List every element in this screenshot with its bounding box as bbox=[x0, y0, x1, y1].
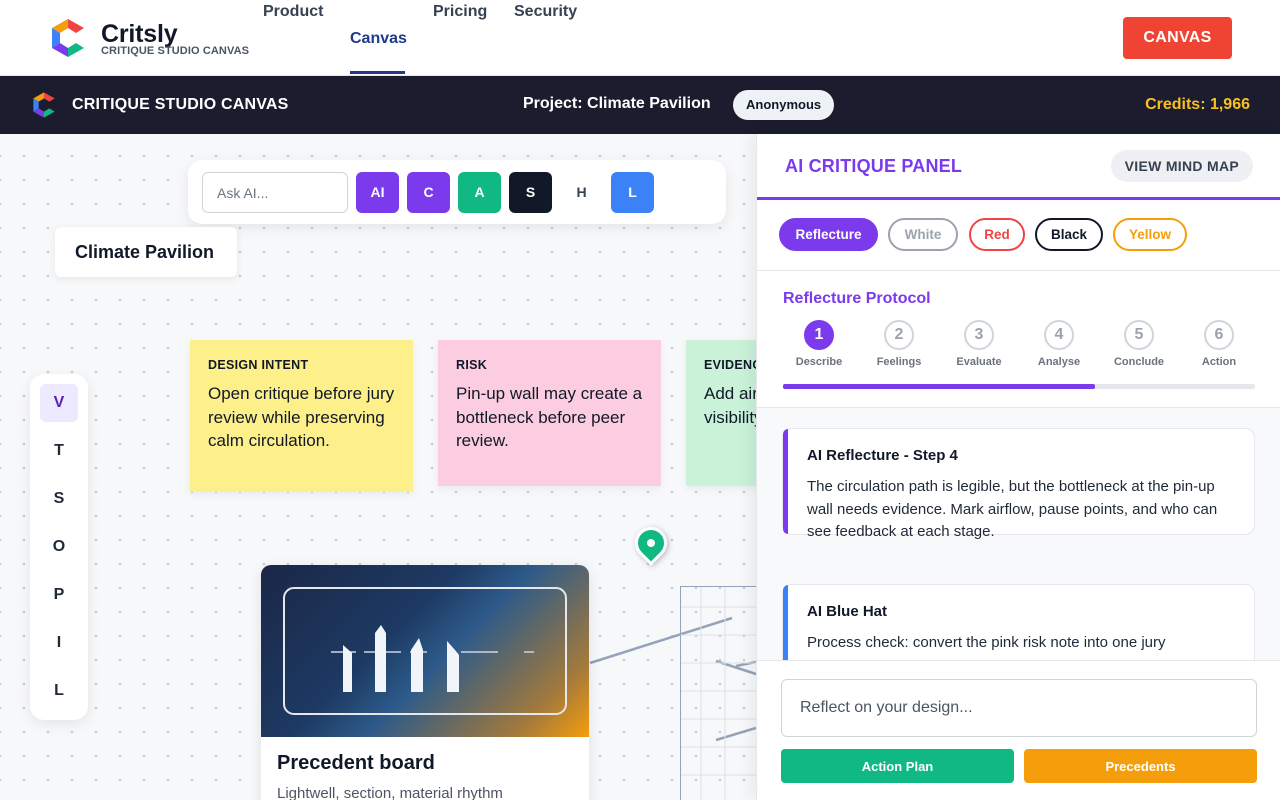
sticky-body: Open critique before jury review while p… bbox=[208, 384, 395, 450]
chip-white[interactable]: White bbox=[888, 218, 958, 251]
step-number: 1 bbox=[804, 320, 834, 350]
sticky-tag: EVIDENCE bbox=[704, 358, 756, 372]
protocol-progress-bar bbox=[783, 384, 1255, 389]
card-title: AI Blue Hat bbox=[807, 603, 888, 620]
tool-oval[interactable]: O bbox=[40, 528, 78, 566]
ai-critique-panel: AI CRITIQUE PANEL VIEW MIND MAP Reflectu… bbox=[756, 134, 1280, 800]
critique-card[interactable]: AI Reflecture - Step 4 The circulation p… bbox=[782, 428, 1255, 540]
hat-button-h[interactable]: H bbox=[560, 172, 603, 213]
hat-button-ai[interactable]: AI bbox=[356, 172, 399, 213]
step-label: Action bbox=[1201, 356, 1237, 368]
hexagon-c-logo-icon[interactable] bbox=[50, 18, 86, 58]
card-title: AI Reflecture - Step 4 bbox=[807, 447, 958, 464]
step-feelings[interactable]: 2 Feelings bbox=[869, 320, 929, 368]
sticky-body: Add airflow pause visibility bbox=[704, 384, 756, 427]
hat-button-s[interactable]: S bbox=[509, 172, 552, 213]
panel-title: AI CRITIQUE PANEL bbox=[785, 156, 963, 176]
ask-ai-input[interactable] bbox=[202, 172, 348, 213]
sticky-note-design-intent[interactable]: DESIGN INTENT Open critique before jury … bbox=[190, 340, 413, 492]
hat-button-c[interactable]: C bbox=[407, 172, 450, 213]
design-canvas[interactable]: AI C A S H L Climate Pavilion DESIGN INT… bbox=[0, 134, 756, 800]
studio-title: CRITIQUE STUDIO CANVAS bbox=[72, 96, 289, 113]
sticky-body: Pin-up wall may create a bottleneck befo… bbox=[456, 384, 643, 450]
precedents-button[interactable]: Precedents bbox=[1024, 749, 1257, 783]
hexagon-c-logo-icon bbox=[33, 92, 55, 118]
tool-sticky[interactable]: S bbox=[40, 480, 78, 518]
card-body: Process check: convert the pink risk not… bbox=[807, 634, 1166, 651]
precedent-board-card[interactable]: Precedent board Lightwell, section, mate… bbox=[261, 565, 589, 800]
active-nav-indicator bbox=[350, 71, 405, 74]
action-plan-button[interactable]: Action Plan bbox=[781, 749, 1014, 783]
studio-toolbar: CRITIQUE STUDIO CANVAS Project: Climate … bbox=[0, 76, 1280, 134]
sticky-note-risk[interactable]: RISK Pin-up wall may create a bottleneck… bbox=[438, 340, 661, 486]
step-number: 2 bbox=[884, 320, 914, 350]
step-describe[interactable]: 1 Describe bbox=[789, 320, 849, 368]
tool-line[interactable]: L bbox=[40, 672, 78, 710]
step-analyse[interactable]: 4 Analyse bbox=[1029, 320, 1089, 368]
card-accent bbox=[783, 585, 788, 660]
view-mind-map-button[interactable]: VIEW MIND MAP bbox=[1110, 150, 1253, 182]
reflect-input[interactable] bbox=[781, 679, 1257, 737]
hat-button-a[interactable]: A bbox=[458, 172, 501, 213]
step-conclude[interactable]: 5 Conclude bbox=[1109, 320, 1169, 368]
critique-card[interactable]: AI Blue Hat Process check: convert the p… bbox=[782, 584, 1255, 660]
protocol-progress-fill bbox=[783, 384, 1095, 389]
card-accent bbox=[783, 429, 788, 534]
step-label: Analyse bbox=[1037, 356, 1081, 368]
tool-select[interactable]: V bbox=[40, 384, 78, 422]
card-body: The circulation path is legible, but the… bbox=[807, 478, 1218, 540]
precedent-subtitle: Lightwell, section, material rhythm bbox=[277, 785, 503, 800]
panel-header: AI CRITIQUE PANEL VIEW MIND MAP bbox=[757, 134, 1280, 200]
tool-text[interactable]: T bbox=[40, 432, 78, 470]
step-number: 3 bbox=[964, 320, 994, 350]
protocol-title: Reflecture Protocol bbox=[783, 290, 931, 307]
step-label: Evaluate bbox=[956, 356, 1002, 368]
user-badge[interactable]: Anonymous bbox=[733, 90, 835, 120]
step-label: Describe bbox=[795, 356, 843, 368]
chip-yellow[interactable]: Yellow bbox=[1113, 218, 1187, 251]
tool-image[interactable]: I bbox=[40, 624, 78, 662]
critique-feed[interactable]: AI Reflecture - Step 4 The circulation p… bbox=[757, 408, 1280, 660]
ask-ai-bar: AI C A S H L bbox=[188, 160, 726, 224]
top-nav: Critsly CRITIQUE STUDIO CANVAS Product C… bbox=[0, 0, 1280, 76]
pavilion-illustration bbox=[283, 587, 567, 715]
step-number: 5 bbox=[1124, 320, 1154, 350]
sticky-tag: RISK bbox=[456, 358, 488, 372]
step-number: 4 bbox=[1044, 320, 1074, 350]
credits-count: Credits: 1,966 bbox=[1145, 96, 1250, 113]
hat-button-l[interactable]: L bbox=[611, 172, 654, 213]
nav-link-pricing[interactable]: Pricing bbox=[433, 3, 487, 21]
precedent-title: Precedent board bbox=[277, 752, 435, 774]
step-evaluate[interactable]: 3 Evaluate bbox=[949, 320, 1009, 368]
project-name: Project: Climate Pavilion bbox=[523, 95, 711, 112]
chip-red[interactable]: Red bbox=[969, 218, 1025, 251]
board-title-card[interactable]: Climate Pavilion bbox=[55, 227, 237, 277]
nav-link-canvas[interactable]: Canvas bbox=[350, 30, 407, 48]
step-number: 6 bbox=[1204, 320, 1234, 350]
location-pin-icon[interactable] bbox=[628, 520, 674, 566]
nav-link-security[interactable]: Security bbox=[514, 3, 577, 21]
sticky-tag: DESIGN INTENT bbox=[208, 358, 309, 372]
canvas-cta-button[interactable]: CANVAS bbox=[1123, 17, 1232, 59]
tool-pen[interactable]: P bbox=[40, 576, 78, 614]
vertical-tool-palette: V T S O P I L bbox=[30, 374, 88, 720]
step-label: Feelings bbox=[876, 356, 922, 368]
section-grid-diagram[interactable] bbox=[680, 586, 756, 800]
precedent-image bbox=[261, 565, 589, 737]
grid-lines bbox=[681, 587, 756, 800]
nav-link-product[interactable]: Product bbox=[263, 3, 323, 21]
step-action[interactable]: 6 Action bbox=[1189, 320, 1249, 368]
step-label: Conclude bbox=[1113, 356, 1165, 368]
chip-reflecture[interactable]: Reflecture bbox=[779, 218, 878, 251]
sticky-note-evidence[interactable]: EVIDENCE Add airflow pause visibility bbox=[686, 340, 756, 486]
reflection-composer: Action Plan Precedents bbox=[757, 660, 1280, 800]
chip-black[interactable]: Black bbox=[1035, 218, 1103, 251]
brand-subtitle: CRITIQUE STUDIO CANVAS bbox=[101, 45, 250, 57]
divider bbox=[757, 270, 1280, 271]
